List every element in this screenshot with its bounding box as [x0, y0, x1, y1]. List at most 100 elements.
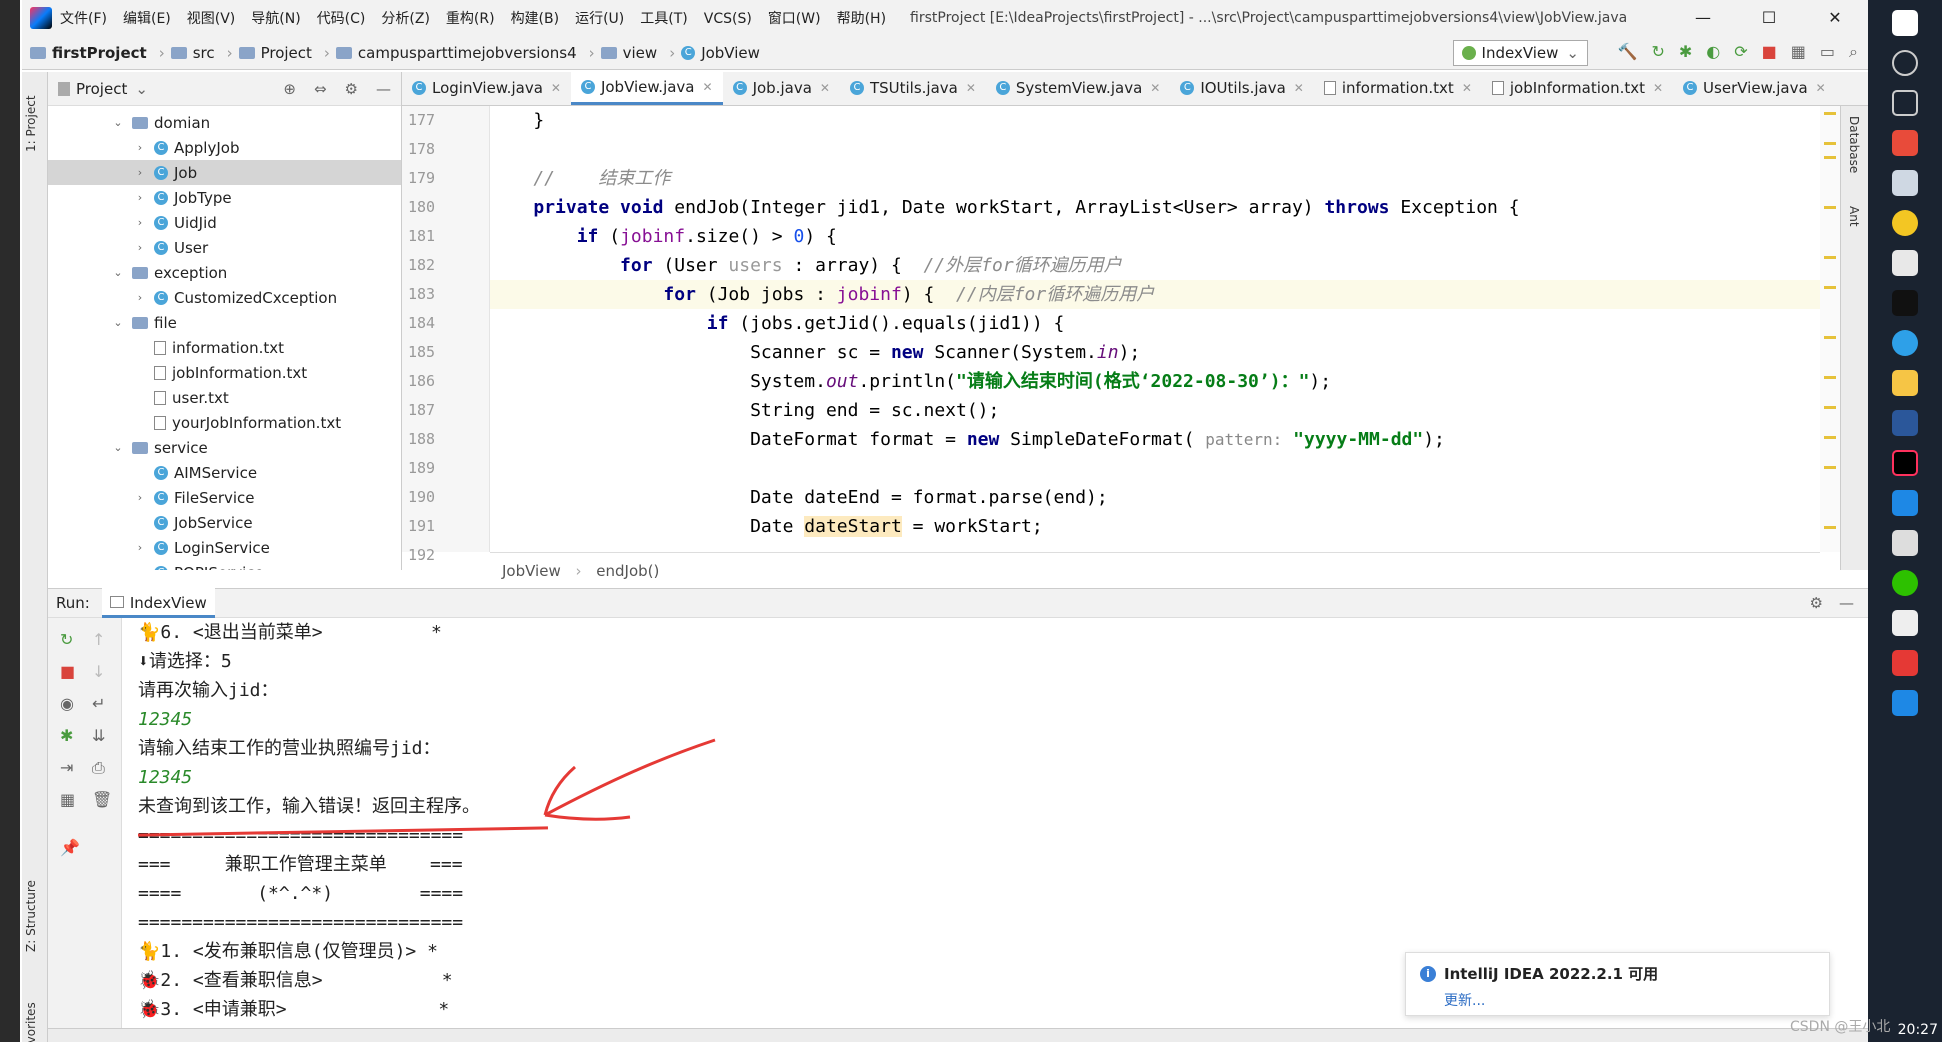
close-icon[interactable]: ✕ — [1462, 81, 1472, 95]
trash-icon[interactable]: 🗑 — [92, 790, 112, 809]
profile-icon[interactable]: ⟳ — [1734, 42, 1747, 62]
tree-item[interactable]: information.txt — [48, 335, 401, 360]
gear-icon[interactable]: ⚙ — [345, 80, 358, 98]
word-icon[interactable] — [1892, 410, 1918, 436]
qq-icon[interactable] — [1892, 290, 1918, 316]
editor-tab[interactable]: information.txt ✕ — [1314, 71, 1482, 105]
wechat-icon[interactable] — [1892, 570, 1918, 596]
expand-arrow-icon[interactable]: ⌄ — [110, 116, 126, 129]
ant-tool-button[interactable]: Ant — [1847, 206, 1861, 227]
menu-item[interactable]: 运行(U) — [575, 11, 624, 27]
tree-item[interactable]: ⌄ domian — [48, 110, 401, 135]
task-view-icon[interactable] — [1892, 90, 1918, 116]
close-icon[interactable]: ✕ — [966, 81, 976, 95]
layout-icon[interactable]: ▦ — [60, 790, 75, 809]
menu-item[interactable]: 代码(C) — [317, 11, 366, 27]
update-link[interactable]: 更新... — [1444, 990, 1815, 1010]
maximize-button[interactable]: ☐ — [1736, 0, 1802, 36]
expand-arrow-icon[interactable]: › — [132, 166, 148, 179]
stop-icon[interactable]: ■ — [1762, 42, 1777, 62]
menu-item[interactable]: 重构(R) — [446, 11, 495, 27]
tree-item[interactable]: › C ApplyJob — [48, 135, 401, 160]
expand-arrow-icon[interactable]: › — [132, 191, 148, 204]
breadcrumb-item[interactable]: Project — [238, 44, 312, 62]
app-icon[interactable] — [1892, 650, 1918, 676]
menu-item[interactable]: 窗口(W) — [768, 11, 821, 27]
expand-arrow-icon[interactable]: › — [132, 291, 148, 304]
expand-arrow-icon[interactable]: ⌄ — [110, 266, 126, 279]
tree-item[interactable]: › C User — [48, 235, 401, 260]
debug-bug-icon[interactable]: ✱ — [1679, 42, 1692, 62]
login-icon[interactable]: ⇥ — [60, 758, 73, 777]
project-structure-icon[interactable]: ▦ — [1791, 42, 1806, 62]
expand-arrow-icon[interactable]: › — [132, 216, 148, 229]
soft-wrap-icon[interactable]: ↵ — [92, 694, 105, 713]
chevron-down-icon[interactable]: ⌄ — [135, 80, 148, 98]
favorites-tool-button[interactable]: 2: Favorites — [24, 1002, 38, 1042]
layout-icon[interactable]: ▭ — [1820, 42, 1835, 62]
tree-item[interactable]: ⌄ exception — [48, 260, 401, 285]
rerun-icon[interactable]: ↻ — [60, 630, 73, 649]
windows-start-icon[interactable] — [1892, 10, 1918, 36]
menu-item[interactable]: 导航(N) — [251, 11, 300, 27]
menu-item[interactable]: 帮助(H) — [837, 11, 886, 27]
breadcrumb-class[interactable]: JobView — [502, 562, 561, 580]
tree-item[interactable]: › C JobType — [48, 185, 401, 210]
close-icon[interactable]: ✕ — [703, 80, 713, 94]
app-icon[interactable] — [1892, 490, 1918, 516]
intellij-icon[interactable] — [1892, 450, 1918, 476]
structure-tool-button[interactable]: Z: Structure — [24, 880, 38, 952]
tree-item[interactable]: › C LoginService — [48, 535, 401, 560]
editor-tab[interactable]: C Job.java ✕ — [723, 71, 840, 105]
tree-item[interactable]: jobInformation.txt — [48, 360, 401, 385]
breadcrumb-item[interactable]: view — [600, 44, 657, 62]
typora-icon[interactable] — [1892, 530, 1918, 556]
tree-item[interactable]: › C UidJid — [48, 210, 401, 235]
expand-arrow-icon[interactable]: › — [132, 491, 148, 504]
close-icon[interactable]: ✕ — [551, 81, 561, 95]
editor-tab[interactable]: C SystemView.java ✕ — [986, 71, 1170, 105]
camera-icon[interactable]: ◉ — [60, 694, 74, 713]
code-editor[interactable]: } // 结束工作 private void endJob(Integer ji… — [490, 106, 1820, 552]
gear-icon[interactable]: ⚙ — [1810, 594, 1823, 612]
run-tab[interactable]: IndexView — [101, 588, 215, 618]
expand-arrow-icon[interactable]: › — [132, 141, 148, 154]
menu-item[interactable]: 文件(F) — [60, 11, 107, 27]
up-arrow-icon[interactable]: ↑ — [92, 630, 105, 649]
breadcrumb-item[interactable]: campusparttimejobversions4 — [335, 44, 577, 62]
edge-icon[interactable] — [1892, 330, 1918, 356]
close-button[interactable]: ✕ — [1802, 0, 1868, 36]
close-icon[interactable]: ✕ — [1816, 81, 1826, 95]
editor-tab[interactable]: C LoginView.java ✕ — [402, 71, 571, 105]
tree-item[interactable]: › C CustomizedCxception — [48, 285, 401, 310]
file-explorer-icon[interactable] — [1892, 370, 1918, 396]
print-icon[interactable]: ⎙ — [92, 758, 105, 778]
coverage-icon[interactable]: ◐ — [1706, 42, 1720, 62]
minimize-button[interactable]: — — [1670, 0, 1736, 36]
menu-item[interactable]: 视图(V) — [187, 11, 236, 27]
expand-arrow-icon[interactable]: ⌄ — [110, 441, 126, 454]
collapse-icon[interactable]: ⇔ — [314, 80, 327, 98]
tree-item[interactable]: ⌄ file — [48, 310, 401, 335]
tree-item[interactable]: user.txt — [48, 385, 401, 410]
tree-item[interactable]: C JobService — [48, 510, 401, 535]
calculator-icon[interactable] — [1892, 170, 1918, 196]
database-tool-button[interactable]: Database — [1847, 116, 1861, 173]
project-tool-button[interactable]: 1: Project — [24, 95, 38, 152]
editor-tab[interactable]: C TSUtils.java ✕ — [840, 71, 986, 105]
rerun-icon[interactable]: ↻ — [1651, 42, 1664, 62]
breadcrumb-item[interactable]: firstProject — [30, 44, 147, 62]
app-icon[interactable] — [1892, 130, 1918, 156]
scroll-end-icon[interactable]: ⇊ — [92, 726, 105, 745]
tree-item[interactable]: › C FileService — [48, 485, 401, 510]
debug-bug-icon[interactable]: ✱ — [60, 726, 73, 745]
close-icon[interactable]: ✕ — [1294, 81, 1304, 95]
expand-arrow-icon[interactable]: › — [132, 241, 148, 254]
down-arrow-icon[interactable]: ↓ — [92, 662, 105, 681]
menu-item[interactable]: 编辑(E) — [123, 11, 171, 27]
expand-arrow-icon[interactable]: › — [132, 541, 148, 554]
app-icon[interactable] — [1892, 250, 1918, 276]
breadcrumb-method[interactable]: endJob() — [596, 562, 659, 580]
app-icon[interactable] — [1892, 690, 1918, 716]
tree-item[interactable]: C AIMService — [48, 460, 401, 485]
